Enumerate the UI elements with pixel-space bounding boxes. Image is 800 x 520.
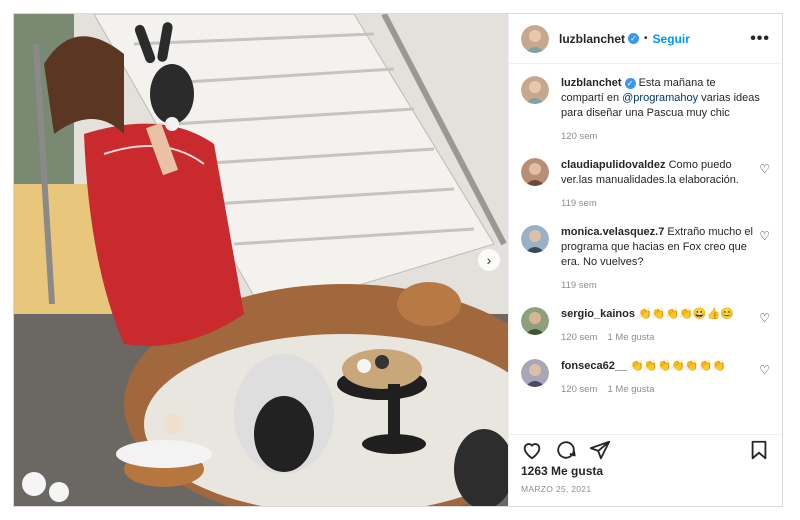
comment-likes[interactable]: 1 Me gusta	[607, 332, 654, 343]
like-button[interactable]	[521, 439, 543, 461]
post-date: MARZO 25, 2021	[521, 484, 592, 494]
verified-badge-icon: ✓	[624, 77, 636, 89]
comment-time[interactable]: 120 sem	[561, 384, 597, 395]
comment-text: claudiapulidovaldez Como puedo ver.las m…	[561, 158, 761, 211]
chevron-right-icon: ›	[486, 252, 492, 268]
caption-meta: 120 sem	[561, 129, 761, 144]
avatar[interactable]	[521, 158, 549, 186]
comment-button[interactable]	[555, 439, 577, 461]
caption: luzblanchet ✓ Esta mañana te compartí en …	[521, 76, 770, 144]
comment-meta: 119 sem	[561, 196, 761, 211]
caption-text: luzblanchet ✓ Esta mañana te compartí en …	[561, 76, 761, 144]
share-icon	[589, 440, 611, 459]
post-actions	[509, 434, 782, 464]
comment-item: fonseca62__ 👏👏👏👏👏👏👏 120 sem 1 Me gusta ♡	[521, 359, 770, 397]
heart-icon	[523, 442, 541, 459]
caption-username[interactable]: luzblanchet	[561, 77, 622, 89]
follow-button[interactable]: Seguir	[653, 32, 690, 46]
post-author-username[interactable]: luzblanchet	[559, 32, 625, 46]
comment-item: sergio_kainos 👏👏👏👏😀👍😊 120 sem 1 Me gusta …	[521, 307, 770, 345]
likes-count[interactable]: 1263 Me gusta	[521, 464, 603, 478]
comment-icon	[557, 440, 576, 459]
share-button[interactable]	[589, 439, 611, 461]
comment-text: monica.velasquez.7 Extraño mucho el prog…	[561, 225, 761, 293]
comment-body: 👏👏👏👏😀👍😊	[638, 308, 734, 320]
comment-username[interactable]: monica.velasquez.7	[561, 226, 664, 238]
comment-username[interactable]: claudiapulidovaldez	[561, 159, 666, 171]
comment-username[interactable]: sergio_kainos	[561, 308, 635, 320]
verified-badge-icon: ✓	[628, 33, 640, 44]
more-options-icon[interactable]: •••	[750, 30, 770, 48]
separator-dot: •	[644, 33, 648, 44]
comments-list[interactable]: luzblanchet ✓ Esta mañana te compartí en …	[509, 64, 782, 424]
photo-illustration	[14, 14, 508, 506]
bookmark-icon	[751, 440, 767, 459]
caption-time[interactable]: 120 sem	[561, 131, 597, 142]
comment-time[interactable]: 119 sem	[561, 198, 597, 209]
post-side-panel: luzblanchet ✓ • Seguir ••• luzblanchet ✓ …	[508, 14, 782, 506]
heart-icon[interactable]: ♡	[759, 162, 770, 176]
avatar[interactable]	[521, 307, 549, 335]
heart-icon[interactable]: ♡	[759, 311, 770, 325]
comment-item: claudiapulidovaldez Como puedo ver.las m…	[521, 158, 770, 211]
comment-meta: 119 sem	[561, 278, 761, 293]
comment-text: sergio_kainos 👏👏👏👏😀👍😊 120 sem 1 Me gusta	[561, 307, 761, 345]
comment-time[interactable]: 119 sem	[561, 280, 597, 291]
comment-text: fonseca62__ 👏👏👏👏👏👏👏 120 sem 1 Me gusta	[561, 359, 761, 397]
post-photo[interactable]: ›	[14, 14, 508, 506]
comment-username[interactable]: fonseca62__	[561, 360, 627, 372]
heart-icon[interactable]: ♡	[759, 229, 770, 243]
avatar[interactable]	[521, 225, 549, 253]
comment-likes[interactable]: 1 Me gusta	[607, 384, 654, 395]
avatar[interactable]	[521, 24, 549, 53]
post-card: › luzblanchet ✓ • Seguir ••• luzblanchet…	[13, 13, 783, 507]
post-header: luzblanchet ✓ • Seguir •••	[509, 14, 782, 64]
avatar[interactable]	[521, 359, 549, 387]
next-photo-button[interactable]: ›	[478, 249, 500, 271]
heart-icon[interactable]: ♡	[759, 363, 770, 377]
mention-link[interactable]: @programahoy	[622, 92, 698, 104]
comment-meta: 120 sem 1 Me gusta	[561, 330, 761, 345]
avatar[interactable]	[521, 76, 549, 104]
comment-body: 👏👏👏👏👏👏👏	[630, 360, 726, 372]
comment-item: monica.velasquez.7 Extraño mucho el prog…	[521, 225, 770, 293]
comment-meta: 120 sem 1 Me gusta	[561, 382, 761, 397]
save-button[interactable]	[748, 439, 770, 461]
comment-time[interactable]: 120 sem	[561, 332, 597, 343]
